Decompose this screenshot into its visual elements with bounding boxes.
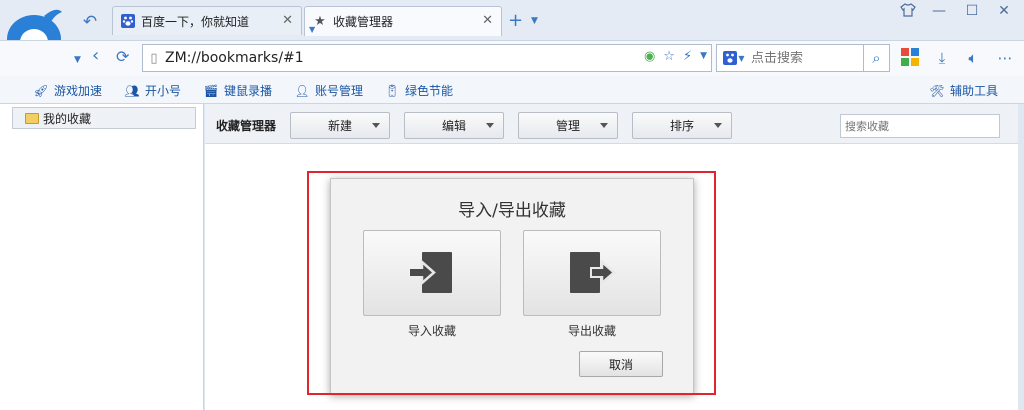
address-bar[interactable]: ▯ ◉ ☆ ⚡ ▼ bbox=[142, 44, 712, 72]
tab-close-icon[interactable]: ✕ bbox=[482, 13, 493, 28]
search-input[interactable] bbox=[751, 50, 861, 66]
plugin-label: 开小号 bbox=[145, 84, 182, 98]
chevron-down-icon bbox=[486, 123, 494, 128]
plugin-game-boost[interactable]: 🚀︎ 游戏加速 bbox=[33, 82, 102, 99]
new-tab-icon[interactable]: + bbox=[508, 12, 523, 30]
tab-close-icon[interactable]: ✕ bbox=[282, 13, 293, 28]
plugin-label: 键鼠录播 bbox=[224, 84, 273, 98]
manager-toolbar: 收藏管理器 新建 编辑 管理 排序 bbox=[205, 104, 1018, 144]
chevron-down-icon bbox=[600, 123, 608, 128]
tree-item-my-bookmarks[interactable]: 我的收藏 bbox=[12, 107, 196, 129]
plugin-label: 绿色节能 bbox=[405, 84, 454, 98]
plugin-toolbar: 🚀︎ 游戏加速 👥︎ 开小号 🎬︎ 键鼠录播 👤︎ 账号管理 🔋︎ 绿色节能 🛠… bbox=[0, 76, 1024, 104]
skin-shirt-icon[interactable] bbox=[896, 3, 920, 21]
tab-menu-icon[interactable]: ▼ bbox=[309, 25, 315, 34]
search-engine-baidu-icon[interactable]: ▼ bbox=[717, 51, 751, 65]
speed-mode-icon[interactable]: ⚡ bbox=[683, 49, 692, 64]
address-input[interactable] bbox=[165, 50, 711, 66]
chevron-down-icon bbox=[372, 123, 380, 128]
tools-icon: 🛠︎ bbox=[929, 83, 945, 98]
back-icon[interactable]: ‹ bbox=[92, 47, 99, 65]
bookmark-search-input[interactable] bbox=[840, 114, 1000, 138]
tab-baidu[interactable]: 百度一下，你就知道 ✕ bbox=[112, 6, 302, 35]
plugin-eco-mode[interactable]: 🔋︎ 绿色节能 bbox=[384, 82, 453, 99]
plugin-label: 账号管理 bbox=[315, 84, 364, 98]
button-label: 新建 bbox=[327, 119, 352, 133]
navigation-bar: ▼ ‹ ⟳ ▯ ◉ ☆ ⚡ ▼ ▼ ⌕ ⤓ 🔈︎ ⋯ bbox=[0, 40, 1024, 76]
page-icon: ▯ bbox=[150, 50, 158, 66]
maximize-icon[interactable]: ☐ bbox=[960, 3, 984, 19]
download-icon[interactable]: ⤓ bbox=[931, 47, 953, 69]
refresh-icon[interactable]: ⟳ bbox=[116, 48, 129, 66]
rocket-icon: 🚀︎ bbox=[33, 83, 49, 98]
sort-button[interactable]: 排序 bbox=[632, 112, 732, 139]
new-button[interactable]: 新建 bbox=[290, 112, 390, 139]
edit-button[interactable]: 编辑 bbox=[404, 112, 504, 139]
bookmark-star-icon[interactable]: ☆ bbox=[663, 49, 675, 64]
search-box[interactable]: ▼ ⌕ bbox=[716, 44, 890, 72]
highlight-annotation-box bbox=[307, 171, 716, 395]
tree-item-label: 我的收藏 bbox=[43, 111, 92, 126]
plugin-label: 游戏加速 bbox=[54, 84, 103, 98]
close-window-icon[interactable]: ✕ bbox=[992, 3, 1016, 19]
tab-bookmark-manager[interactable]: ★ 收藏管理器 ✕ ▼ bbox=[304, 6, 502, 36]
more-menu-icon[interactable]: ⋯ bbox=[994, 47, 1016, 69]
tab-label: 收藏管理器 bbox=[333, 15, 394, 29]
account-avatar-icon: 👤︎ bbox=[294, 83, 310, 98]
folder-icon bbox=[25, 112, 39, 124]
bookmark-tree: 我的收藏 bbox=[0, 104, 204, 410]
plugin-account-manager[interactable]: 👤︎ 账号管理 bbox=[294, 82, 363, 99]
undo-close-tab-icon[interactable]: ↶ bbox=[78, 11, 102, 33]
wechat-icon[interactable]: ◉ bbox=[644, 49, 655, 64]
right-edge-panel bbox=[1018, 104, 1024, 410]
title-bar: ↶ 百度一下，你就知道 ✕ ★ 收藏管理器 ✕ ▼ + ▼ — ☐ ✕ bbox=[0, 0, 1024, 63]
button-label: 排序 bbox=[669, 119, 694, 133]
url-dropdown-icon[interactable]: ▼ bbox=[700, 49, 707, 64]
minimize-icon[interactable]: — bbox=[927, 3, 951, 19]
tab-label: 百度一下，你就知道 bbox=[141, 14, 250, 29]
plugin-macro-record[interactable]: 🎬︎ 键鼠录播 bbox=[203, 82, 272, 99]
plugin-multi-account[interactable]: 👥︎ 开小号 bbox=[124, 82, 181, 99]
volume-icon[interactable]: 🔈︎ bbox=[962, 47, 984, 69]
button-label: 编辑 bbox=[441, 119, 466, 133]
history-dropdown-icon[interactable]: ▼ bbox=[74, 51, 81, 69]
search-icon[interactable]: ⌕ bbox=[863, 45, 889, 71]
manage-button[interactable]: 管理 bbox=[518, 112, 618, 139]
users-icon: 👥︎ bbox=[124, 83, 140, 98]
battery-leaf-icon: 🔋︎ bbox=[384, 83, 400, 98]
manager-title: 收藏管理器 bbox=[216, 119, 277, 133]
apps-icon[interactable] bbox=[899, 47, 921, 69]
clapper-icon: 🎬︎ bbox=[203, 83, 219, 98]
button-label: 管理 bbox=[555, 119, 580, 133]
new-tab-dropdown-icon[interactable]: ▼ bbox=[531, 16, 538, 26]
plugin-label: 辅助工具 bbox=[950, 84, 999, 98]
plugin-assist-tools[interactable]: 🛠︎ 辅助工具 bbox=[929, 82, 998, 99]
chevron-down-icon bbox=[714, 123, 722, 128]
baidu-paw-icon bbox=[121, 14, 135, 28]
